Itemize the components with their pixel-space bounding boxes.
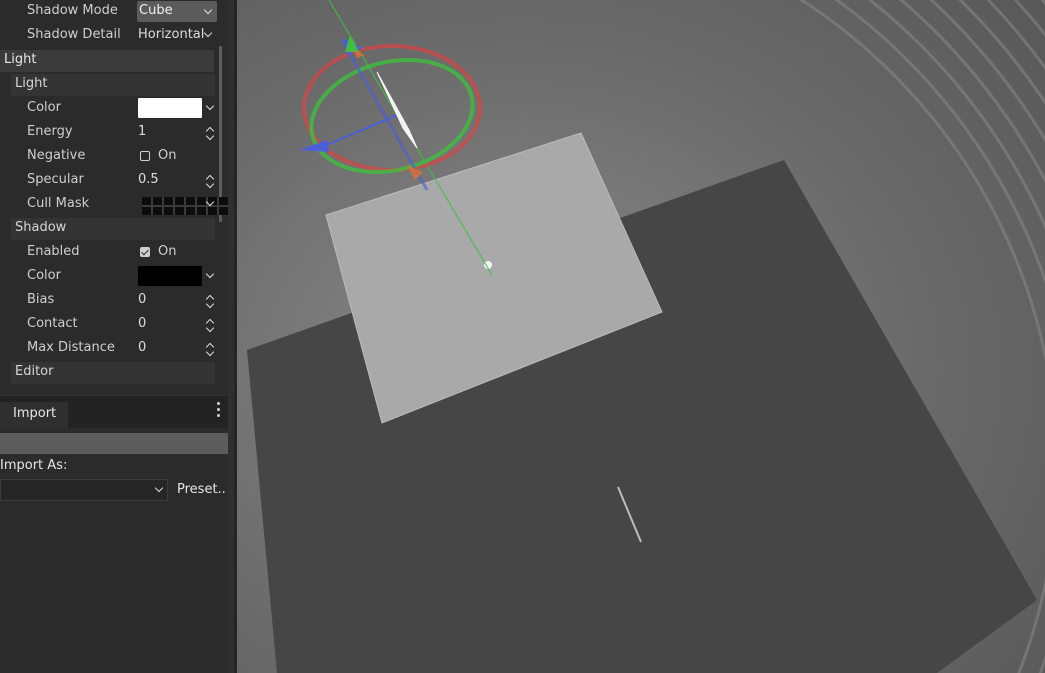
bias-spinbox[interactable]: 0: [138, 292, 146, 307]
viewport-scene: [237, 0, 1045, 673]
subsection-title: Shadow: [15, 220, 67, 235]
checkbox-label[interactable]: On: [158, 244, 176, 259]
tab-import[interactable]: Import: [0, 402, 68, 428]
property-light-color: Color: [0, 97, 228, 121]
import-tab-bar: Import: [0, 396, 228, 428]
property-bias: Bias 0: [0, 289, 228, 313]
subsection-title: Light: [15, 76, 48, 91]
property-label: Cull Mask: [27, 196, 90, 211]
spinner-arrows-icon[interactable]: [205, 317, 215, 333]
import-file-bar: [0, 433, 228, 454]
contact-spinbox[interactable]: 0: [138, 316, 146, 331]
property-label: Energy: [27, 124, 73, 139]
preset-label: Preset..: [177, 482, 226, 497]
property-specular: Specular 0.5: [0, 169, 228, 193]
spinner-arrows-icon[interactable]: [205, 125, 215, 141]
property-shadow-color: Color: [0, 265, 228, 289]
property-shadow-detail: Shadow Detail Horizontal: [0, 24, 228, 48]
property-label: Enabled: [27, 244, 80, 259]
property-label: Bias: [27, 292, 55, 307]
property-negative: Negative On: [0, 145, 228, 169]
shadow-detail-dropdown[interactable]: Horizontal: [138, 27, 204, 42]
checkbox-label[interactable]: On: [158, 148, 176, 163]
property-max-distance: Max Distance 0: [0, 337, 228, 361]
chevron-down-icon[interactable]: [205, 102, 215, 112]
preset-button[interactable]: Preset..: [174, 479, 228, 501]
property-label: Specular: [27, 172, 84, 187]
subsection-title: Editor: [15, 364, 54, 379]
spinner-arrows-icon[interactable]: [205, 341, 215, 357]
property-shadow-enabled: Enabled On: [0, 241, 228, 265]
property-label: Contact: [27, 316, 78, 331]
negative-checkbox[interactable]: [140, 151, 150, 161]
shadow-color-swatch[interactable]: [138, 266, 202, 286]
property-cull-mask: Cull Mask: [0, 193, 228, 217]
property-contact: Contact 0: [0, 313, 228, 337]
property-label: Color: [27, 268, 61, 283]
property-label: Color: [27, 100, 61, 115]
property-label: Max Distance: [27, 340, 115, 355]
enabled-checkbox[interactable]: [140, 247, 150, 257]
chevron-down-icon: [154, 484, 164, 494]
more-options-icon[interactable]: [217, 402, 221, 418]
chevron-down-icon[interactable]: [205, 270, 215, 280]
import-as-label: Import As:: [0, 458, 68, 473]
energy-spinbox[interactable]: 1: [138, 124, 146, 139]
section-light[interactable]: Light: [0, 50, 214, 72]
import-dock: Import Import As: Preset..: [0, 396, 228, 673]
property-energy: Energy 1: [0, 121, 228, 145]
dropdown-value: Cube: [139, 3, 173, 18]
property-label: Shadow Mode: [27, 3, 118, 18]
inspector-panel: Shadow Mode Cube Shadow Detail Horizonta…: [0, 0, 228, 395]
tab-label: Import: [13, 406, 57, 421]
chevron-down-icon: [203, 6, 213, 16]
chevron-down-icon: [203, 29, 213, 39]
property-shadow-mode: Shadow Mode Cube: [0, 0, 228, 24]
shadow-mode-dropdown[interactable]: Cube: [137, 1, 217, 22]
property-label: Negative: [27, 148, 86, 163]
property-label: Shadow Detail: [27, 27, 121, 42]
specular-spinbox[interactable]: 0.5: [138, 172, 159, 187]
import-as-select[interactable]: [0, 479, 168, 501]
subsection-light[interactable]: Light: [11, 74, 215, 96]
3d-viewport[interactable]: [237, 0, 1045, 673]
section-title: Light: [4, 52, 37, 67]
light-color-swatch[interactable]: [138, 98, 202, 118]
chevron-down-icon[interactable]: [205, 198, 215, 208]
spinner-arrows-icon[interactable]: [205, 173, 215, 189]
cull-mask-divider: [142, 205, 228, 207]
subsection-editor[interactable]: Editor: [11, 362, 215, 384]
spinner-arrows-icon[interactable]: [205, 293, 215, 309]
max-distance-spinbox[interactable]: 0: [138, 340, 146, 355]
subsection-shadow[interactable]: Shadow: [11, 218, 215, 240]
